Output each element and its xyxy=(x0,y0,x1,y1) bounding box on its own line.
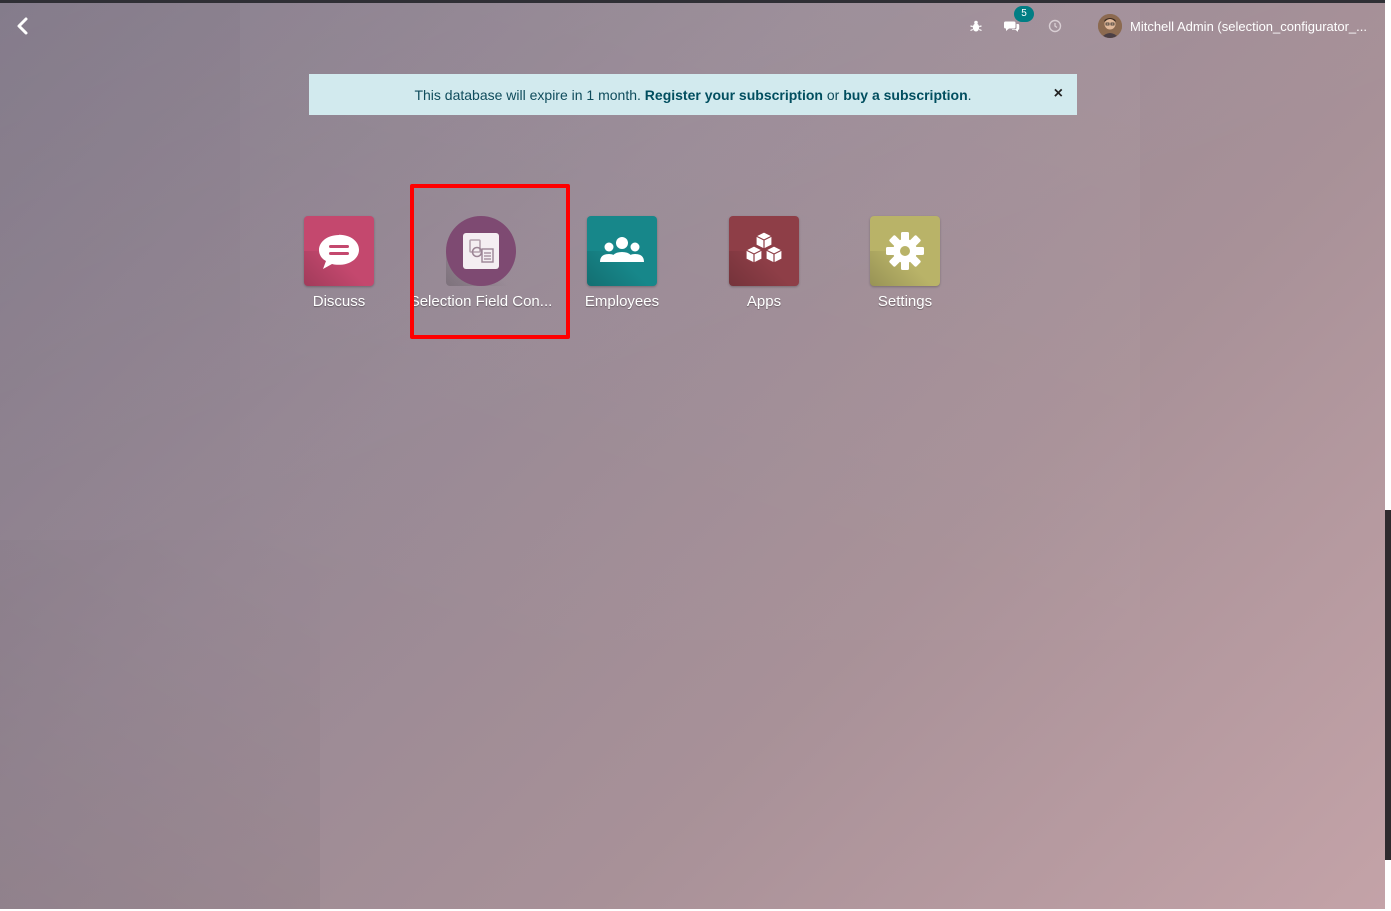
alert-close-button[interactable]: × xyxy=(1054,85,1063,103)
app-label: Selection Field Con... xyxy=(409,293,553,310)
clock-icon xyxy=(1048,19,1062,33)
register-subscription-link[interactable]: Register your subscription xyxy=(645,87,823,103)
user-name: Mitchell Admin (selection_configurator_.… xyxy=(1129,18,1367,34)
expiration-alert: This database will expire in 1 month. Re… xyxy=(309,74,1077,115)
app-label: Discuss xyxy=(312,293,366,310)
app-discuss[interactable]: Discuss xyxy=(264,216,414,310)
window-top-edge xyxy=(0,0,1391,3)
app-selection-field-tile xyxy=(446,216,516,286)
right-edge-dark xyxy=(1385,510,1391,860)
app-settings-tile xyxy=(870,216,940,286)
document-config-icon xyxy=(446,216,516,286)
cubes-icon xyxy=(745,231,783,264)
background-facet xyxy=(0,0,1391,911)
debug-menu[interactable] xyxy=(970,12,982,40)
app-label: Employees xyxy=(584,293,660,310)
chevron-left-icon xyxy=(17,17,28,35)
user-menu[interactable]: Mitchell Admin (selection_configurator_.… xyxy=(1097,14,1367,38)
app-apps[interactable]: Apps xyxy=(689,216,839,310)
app-apps-tile xyxy=(729,216,799,286)
app-employees-tile xyxy=(587,216,657,286)
back-button[interactable] xyxy=(14,16,34,36)
activity-menu[interactable] xyxy=(1048,12,1062,40)
chat-bubble-icon xyxy=(319,234,359,269)
systray: 5 Mitchell Admin (selection_configurator… xyxy=(952,6,1367,40)
users-icon xyxy=(600,237,644,262)
app-settings[interactable]: Settings xyxy=(830,216,980,310)
bug-icon xyxy=(970,20,982,31)
alert-text: This database will expire in 1 month. xyxy=(414,86,641,103)
app-selection-field-configurator[interactable]: Selection Field Con... xyxy=(406,216,556,310)
buy-subscription-link[interactable]: buy a subscription xyxy=(843,87,967,103)
messages-count-badge: 5 xyxy=(1013,6,1034,22)
comments-icon xyxy=(1003,21,1020,32)
app-employees[interactable]: Employees xyxy=(547,216,697,310)
gear-icon xyxy=(886,232,924,270)
alert-period: . xyxy=(967,86,972,103)
avatar xyxy=(1097,14,1122,38)
messages-menu[interactable]: 5 xyxy=(1003,6,1034,40)
background-facet xyxy=(0,540,320,911)
alert-or-text: or xyxy=(826,86,840,103)
app-discuss-tile xyxy=(304,216,374,286)
app-label: Apps xyxy=(746,293,782,310)
app-label: Settings xyxy=(877,293,933,310)
